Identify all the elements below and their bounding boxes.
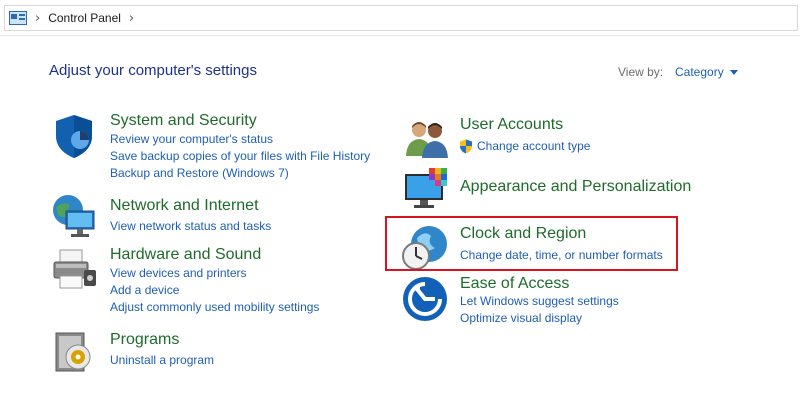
programs-disc-icon[interactable]	[50, 327, 98, 375]
breadcrumb-control-panel[interactable]: Control Panel	[48, 11, 121, 25]
printer-icon[interactable]	[50, 246, 98, 294]
control-panel-icon	[9, 11, 27, 25]
breadcrumb-expand-icon[interactable]: ›	[129, 11, 134, 26]
page-title: Adjust your computer's settings	[49, 62, 257, 79]
link-backup-restore[interactable]: Backup and Restore (Windows 7)	[110, 165, 370, 182]
view-by-value[interactable]: Category	[675, 65, 724, 79]
view-by-dropdown[interactable]: Category	[675, 65, 738, 79]
link-change-account-type[interactable]: Change account type	[459, 138, 590, 155]
link-devices-printers[interactable]: View devices and printers	[110, 265, 319, 282]
network-globe-icon[interactable]	[50, 193, 98, 241]
link-add-device[interactable]: Add a device	[110, 282, 319, 299]
view-by-label: View by:	[618, 65, 664, 79]
ease-of-access-icon[interactable]	[401, 275, 449, 323]
chevron-down-icon[interactable]	[729, 69, 738, 75]
category-title-network-and-internet[interactable]: Network and Internet	[110, 197, 259, 215]
users-icon[interactable]	[403, 116, 451, 164]
link-change-account-type-label[interactable]: Change account type	[477, 138, 590, 155]
link-optimize-visual-display[interactable]: Optimize visual display	[460, 310, 619, 327]
category-title-appearance-and-personalization[interactable]: Appearance and Personalization	[460, 178, 691, 196]
breadcrumb-separator-icon[interactable]: ›	[35, 11, 40, 26]
category-title-user-accounts[interactable]: User Accounts	[460, 116, 563, 134]
category-title-ease-of-access[interactable]: Ease of Access	[460, 275, 569, 293]
link-mobility-settings[interactable]: Adjust commonly used mobility settings	[110, 299, 319, 316]
monitor-palette-icon[interactable]	[403, 166, 451, 214]
link-uninstall-program[interactable]: Uninstall a program	[110, 352, 214, 369]
highlight-box	[385, 216, 678, 271]
category-title-programs[interactable]: Programs	[110, 331, 179, 349]
address-bar: › Control Panel ›	[0, 0, 800, 36]
link-network-status[interactable]: View network status and tasks	[110, 218, 271, 235]
shield-icon[interactable]	[50, 112, 98, 160]
link-suggest-settings[interactable]: Let Windows suggest settings	[460, 293, 619, 310]
category-title-system-and-security[interactable]: System and Security	[110, 112, 257, 130]
uac-shield-icon	[460, 139, 472, 154]
category-title-hardware-and-sound[interactable]: Hardware and Sound	[110, 246, 261, 264]
address-field[interactable]: › Control Panel ›	[4, 5, 798, 31]
link-review-status[interactable]: Review your computer's status	[110, 131, 370, 148]
link-file-history[interactable]: Save backup copies of your files with Fi…	[110, 148, 370, 165]
